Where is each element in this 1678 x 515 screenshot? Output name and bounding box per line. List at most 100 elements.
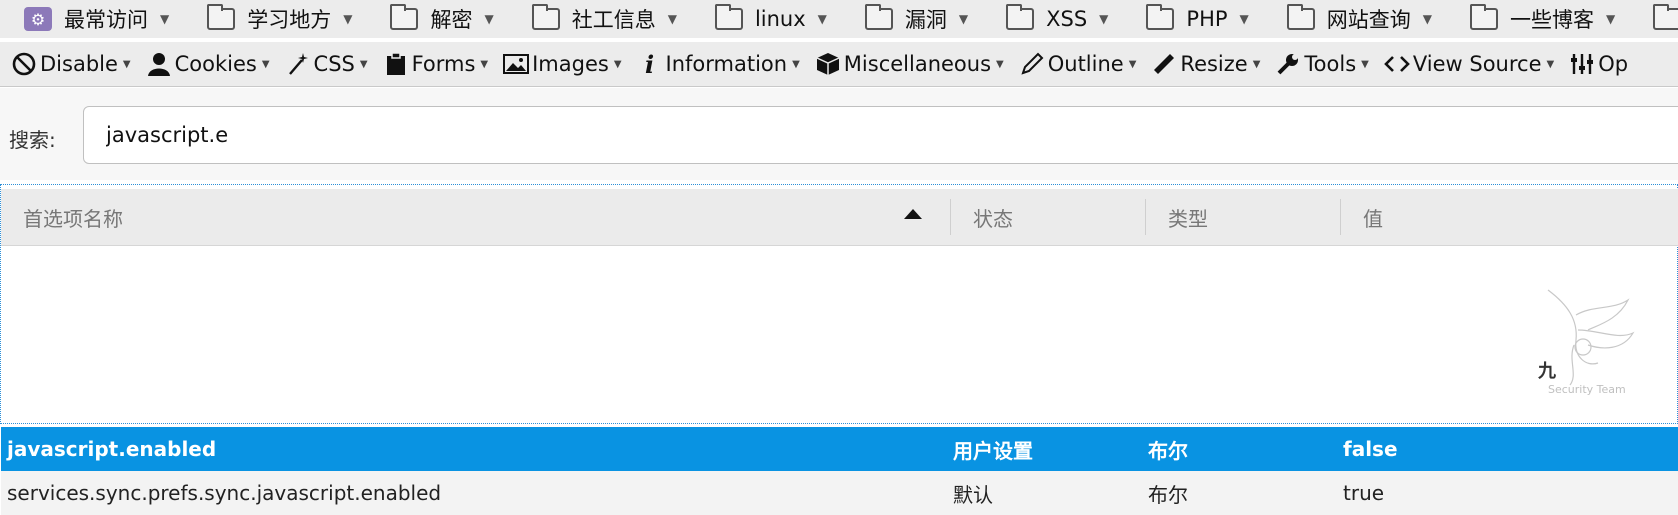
chevron-down-icon: ▼ [792,58,800,70]
bookmark-folder-decrypt[interactable]: 解密 ▼ [390,0,494,38]
toolbar-forms-menu[interactable]: Forms ▼ [382,50,489,78]
chevron-down-icon: ▼ [613,58,622,70]
chevron-down-icon: ▼ [1128,58,1137,70]
bookmark-folder-xss[interactable]: XSS ▼ [1006,0,1108,38]
toolbar-resize-menu[interactable]: Resize ▼ [1150,50,1260,78]
toolbar-label: Images [532,52,609,76]
column-header-status[interactable]: 状态 [950,199,1013,235]
bookmark-label: PHP [1186,7,1228,31]
toolbar-label: CSS [313,52,355,76]
watermark-logo: 九 Security Team [1528,285,1638,410]
bookmark-label: 社工信息 [571,8,656,32]
chevron-down-icon: ▼ [122,58,131,70]
folder-icon [1653,4,1678,30]
pref-type-cell: 布尔 [1148,482,1188,507]
toolbar-label: Forms [411,52,476,76]
column-header-name[interactable]: 首选项名称 [23,189,123,245]
bookmark-label: linux [754,7,806,31]
search-input[interactable] [83,106,1678,164]
bookmark-folder-site-lookup[interactable]: 网站查询 ▼ [1286,0,1432,38]
table-row-selected[interactable]: javascript.enabled 用户设置 布尔 false [1,427,1678,471]
toolbar-label: Outline [1047,52,1124,76]
bookmark-label: 漏洞 [904,8,947,32]
chevron-down-icon: ▼ [261,58,270,70]
pref-status-cell: 用户设置 [953,438,1033,463]
bookmark-folder-social[interactable]: 社工信息 ▼ [531,0,677,38]
bookmark-folder-study[interactable]: 学习地方 ▼ [207,0,352,38]
pref-value-cell: true [1343,481,1385,505]
bookmark-label: 最常访问 [64,8,148,32]
bookmarks-bar: ⚙ 最常访问 ▼ 学习地方 ▼ 解密 ▼ 社工信息 ▼ linux ▼ 漏洞 ▼… [0,0,1678,38]
folder-icon [531,4,560,30]
folder-icon [714,4,743,30]
chevron-down-icon: ▼ [359,58,368,70]
folder-icon [864,4,893,30]
magic-wand-icon [284,50,312,78]
toolbar-label: Resize [1180,52,1248,76]
column-header-type[interactable]: 类型 [1145,199,1208,235]
bookmark-label: XSS [1046,7,1088,31]
toolbar-view-source-menu[interactable]: View Source ▼ [1383,50,1554,78]
no-entry-icon [10,50,38,78]
toolbar-css-menu[interactable]: CSS ▼ [284,50,368,78]
watermark-mark: 九 [1538,361,1556,382]
user-icon [145,50,173,78]
wrench-icon [1274,50,1302,78]
toolbar-tools-menu[interactable]: Tools ▼ [1274,50,1369,78]
toolbar-label: Miscellaneous [843,52,992,76]
chevron-down-icon: ▼ [484,12,494,26]
bookmark-most-visited[interactable]: ⚙ 最常访问 ▼ [24,0,169,38]
bookmark-folder-php[interactable]: PHP ▼ [1146,0,1249,38]
chevron-down-icon: ▼ [480,58,489,70]
folder-icon [1146,4,1175,30]
pref-name-cell: services.sync.prefs.sync.javascript.enab… [7,481,442,505]
sort-ascending-icon [904,209,922,219]
folder-icon [1006,4,1035,30]
sliders-icon [1568,50,1596,78]
chevron-down-icon: ▼ [996,58,1004,70]
bookmark-folder-blogs[interactable]: 一些博客 ▼ [1470,0,1615,38]
folder-icon [1286,4,1315,30]
folder-icon [390,4,419,30]
pencil-icon [1018,50,1046,78]
toolbar-cookies-menu[interactable]: Cookies ▼ [145,50,270,78]
folder-icon [1470,4,1498,30]
pref-name-cell: javascript.enabled [7,437,217,461]
pref-type-cell: 布尔 [1148,438,1188,463]
column-header-value[interactable]: 值 [1340,199,1383,235]
gear-icon: ⚙ [24,7,52,31]
code-icon [1383,50,1411,78]
box-icon [814,50,842,78]
preferences-table: 首选项名称 状态 类型 值 javascript.enabled 用户设置 布尔… [0,184,1678,515]
bookmark-folder-vuln[interactable]: 漏洞 ▼ [864,0,969,38]
table-row[interactable]: services.sync.prefs.sync.javascript.enab… [1,471,1678,515]
toolbar-options-menu[interactable]: Op [1568,50,1628,78]
image-icon [502,50,530,78]
chevron-down-icon: ▼ [1239,12,1249,26]
toolbar-label: Tools [1304,52,1357,76]
toolbar-disable-menu[interactable]: Disable ▼ [10,50,131,78]
chevron-down-icon: ▼ [1606,12,1616,26]
watermark-text: Security Team [1548,383,1626,396]
table-header: 首选项名称 状态 类型 值 [1,189,1678,246]
toolbar-images-menu[interactable]: Images ▼ [502,50,622,78]
chevron-down-icon: ▼ [1099,12,1109,26]
chevron-down-icon: ▼ [160,12,170,26]
bookmark-folder-linux[interactable]: linux ▼ [714,0,827,38]
bookmark-label: 解密 [430,8,473,32]
info-icon: i [644,49,655,79]
toolbar-miscellaneous-menu[interactable]: Miscellaneous ▼ [814,50,1004,78]
toolbar-label: View Source [1412,52,1542,76]
bookmark-folder-more[interactable]: 你 [1653,0,1678,38]
toolbar-label: Information [665,52,788,76]
chevron-down-icon: ▼ [343,12,353,26]
ruler-icon [1150,50,1178,78]
bookmark-label: 网站查询 [1326,8,1411,32]
pref-value-cell: false [1343,437,1398,461]
toolbar-information-menu[interactable]: i Information ▼ [636,49,800,79]
toolbar-outline-menu[interactable]: Outline ▼ [1018,50,1137,78]
chevron-down-icon: ▼ [958,12,969,26]
toolbar-label: Op [1598,52,1629,76]
chevron-down-icon: ▼ [1252,58,1261,70]
clipboard-icon [382,50,410,78]
